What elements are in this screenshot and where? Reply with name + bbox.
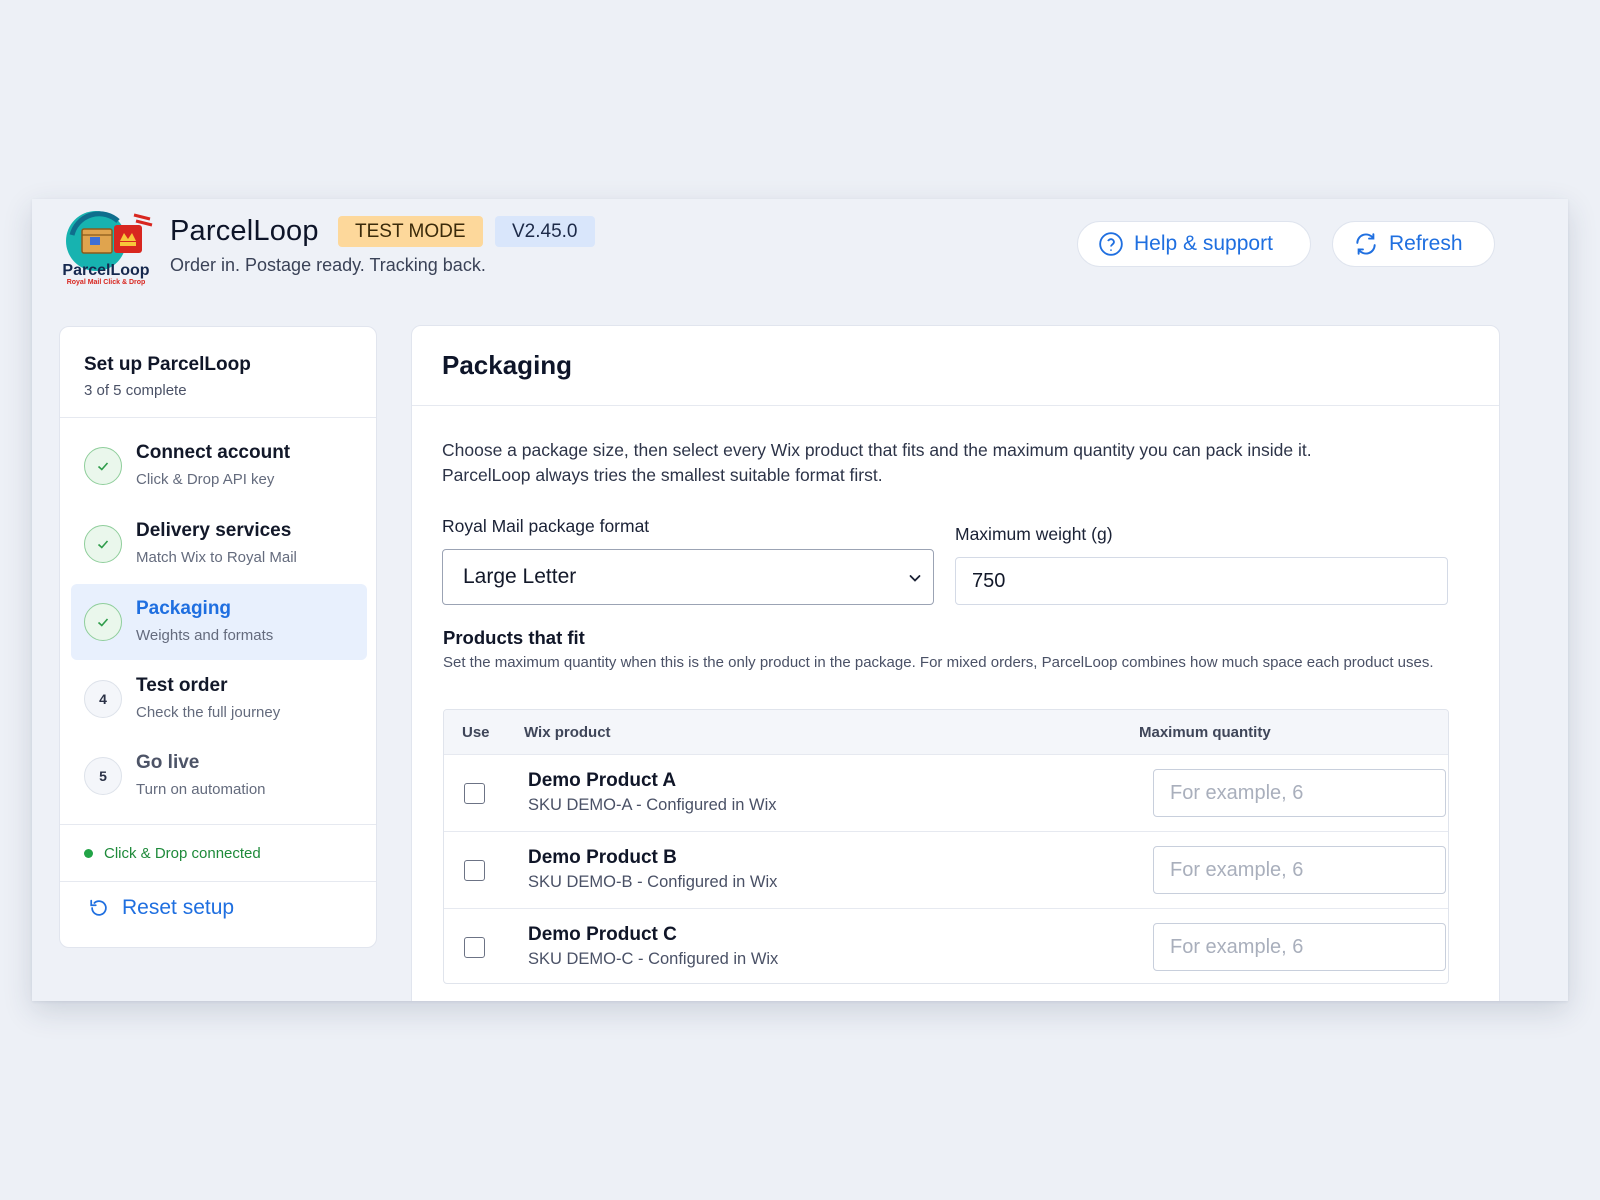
svg-text:ParcelLoop: ParcelLoop [62,262,149,279]
products-section-description: Set the maximum quantity when this is th… [443,654,1434,671]
product-sku: SKU DEMO-A - Configured in Wix [528,796,777,814]
step-description: Turn on automation [136,781,266,798]
package-format-value: Large Letter [463,565,577,588]
max-quantity-input[interactable] [1153,923,1446,971]
product-name: Demo Product C [528,924,677,945]
products-section-title: Products that fit [443,627,585,648]
step-number: 5 [84,757,122,795]
step-description: Click & Drop API key [136,471,275,488]
use-product-checkbox[interactable] [464,937,485,958]
svg-text:Royal Mail Click & Drop: Royal Mail Click & Drop [67,279,146,286]
step-label: Go live [136,752,200,773]
step-test-order[interactable]: 4 Test order Check the full journey [71,661,367,737]
intro-line-1: Choose a package size, then select every… [442,440,1312,460]
product-name: Demo Product A [528,770,677,791]
connection-status: Click & Drop connected [60,824,376,882]
column-header-product: Wix product [524,724,611,741]
step-label: Delivery services [136,520,292,541]
help-circle-icon [1099,232,1123,256]
setup-progress: 3 of 5 complete [84,382,187,399]
step-go-live[interactable]: 5 Go live Turn on automation [71,738,367,814]
table-row: Demo Product A SKU DEMO-A - Configured i… [444,755,1448,832]
column-header-use: Use [462,724,490,741]
step-complete-check [84,447,122,485]
step-complete-check [84,525,122,563]
intro-line-2: ParcelLoop always tries the smallest sui… [442,465,883,485]
step-label: Connect account [136,442,291,463]
table-row: Demo Product B SKU DEMO-B - Configured i… [444,832,1448,909]
step-description: Weights and formats [136,627,274,644]
table-row: Demo Product C SKU DEMO-C - Configured i… [444,909,1448,983]
step-description: Match Wix to Royal Mail [136,549,297,566]
refresh-label: Refresh [1389,232,1463,255]
sidebar-title: Set up ParcelLoop [84,354,251,375]
setup-sidebar: Set up ParcelLoop 3 of 5 complete Connec… [59,326,377,948]
help-support-label: Help & support [1134,232,1273,255]
status-dot-icon [84,848,93,858]
step-number: 4 [84,680,122,718]
step-complete-check [84,603,122,641]
packaging-intro: Choose a package size, then select every… [442,438,1462,488]
refresh-button[interactable]: Refresh [1332,221,1495,267]
setup-steps: Connect account Click & Drop API key Del… [60,418,376,824]
panel-header: Packaging [412,326,1499,406]
reset-icon [90,899,107,916]
step-label: Test order [136,675,228,696]
step-description: Check the full journey [136,704,281,721]
check-icon [97,618,109,627]
step-delivery-services[interactable]: Delivery services Match Wix to Royal Mai… [71,506,367,582]
app-title: ParcelLoop [170,215,319,247]
sidebar-header: Set up ParcelLoop 3 of 5 complete [60,327,376,418]
step-connect-account[interactable]: Connect account Click & Drop API key [71,428,367,504]
max-quantity-input[interactable] [1153,769,1446,817]
product-name: Demo Product B [528,847,677,868]
use-product-checkbox[interactable] [464,860,485,881]
max-weight-label: Maximum weight (g) [955,524,1113,544]
reset-setup-label: Reset setup [122,896,235,919]
product-sku: SKU DEMO-B - Configured in Wix [528,873,778,891]
chevron-down-icon [909,575,921,582]
check-icon [97,462,109,471]
app-window: ParcelLoop Royal Mail Click & Drop Parce… [32,199,1568,1001]
max-quantity-input[interactable] [1153,846,1446,894]
packaging-panel: Packaging Choose a package size, then se… [411,325,1500,1001]
use-product-checkbox[interactable] [464,783,485,804]
step-label: Packaging [136,598,232,619]
version-badge: V2.45.0 [495,216,595,247]
refresh-icon [1356,233,1376,255]
help-support-button[interactable]: Help & support [1077,221,1311,267]
table-header: Use Wix product Maximum quantity [444,710,1448,755]
max-weight-input[interactable] [955,557,1448,605]
reset-setup-button[interactable]: Reset setup [88,896,234,920]
page-title: Packaging [442,350,573,380]
test-mode-badge: TEST MODE [338,216,483,247]
step-packaging[interactable]: Packaging Weights and formats [71,584,367,660]
connection-status-label: Click & Drop connected [104,844,261,862]
app-tagline: Order in. Postage ready. Tracking back. [170,255,486,275]
check-icon [97,540,109,549]
products-table: Use Wix product Maximum quantity Demo Pr… [443,709,1449,984]
parcelloop-logo: ParcelLoop Royal Mail Click & Drop [58,205,154,291]
column-header-max-quantity: Maximum quantity [1139,724,1271,741]
package-format-select[interactable]: Large Letter [442,549,934,605]
app-header: ParcelLoop Royal Mail Click & Drop Parce… [32,199,1568,309]
product-sku: SKU DEMO-C - Configured in Wix [528,950,779,968]
package-format-label: Royal Mail package format [442,516,650,536]
